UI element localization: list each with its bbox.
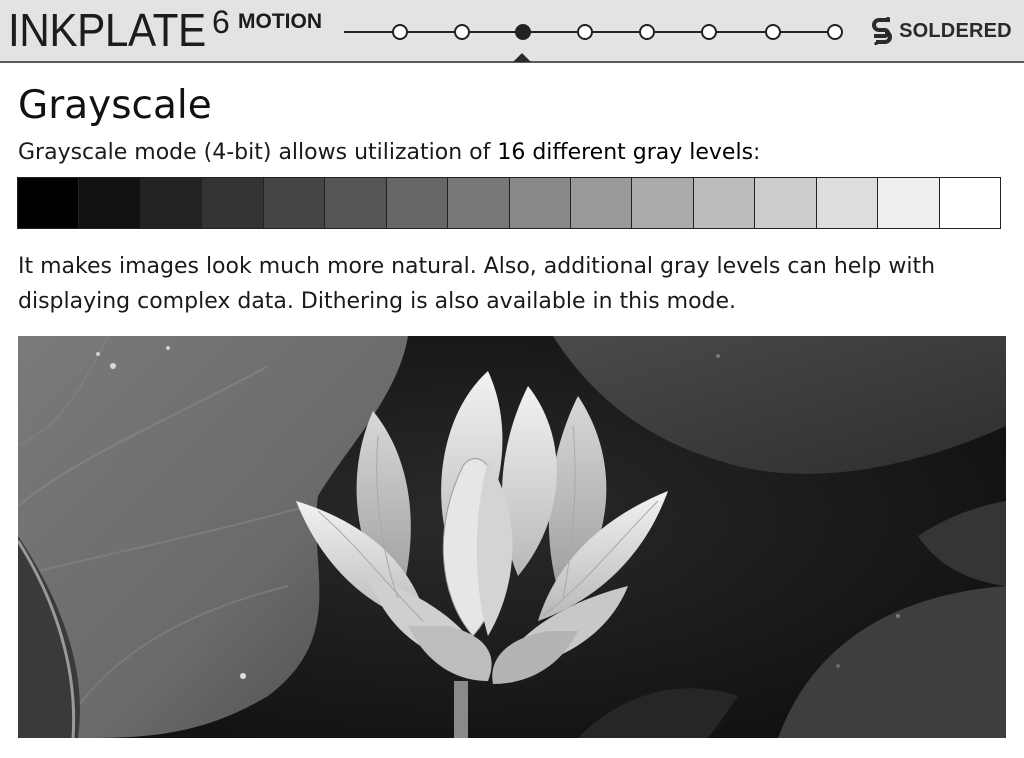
description-text: It makes images look much more natural. … bbox=[18, 249, 1013, 319]
gray-level-swatch-13 bbox=[755, 178, 817, 228]
gray-level-swatch-5 bbox=[263, 178, 326, 228]
lotus-photo bbox=[18, 336, 1006, 738]
step-8-dot[interactable] bbox=[827, 24, 843, 40]
logo-suffix-text: MOTION bbox=[238, 10, 322, 33]
logo-model-number: 6 bbox=[212, 4, 230, 40]
header-bar: INKPLATE 6 MOTION SOLDERED bbox=[0, 0, 1024, 63]
gray-level-swatch-16 bbox=[939, 178, 1000, 228]
gray-level-swatch-8 bbox=[448, 178, 510, 228]
inkplate-logo: INKPLATE 6 MOTION bbox=[8, 2, 322, 58]
gray-level-swatch-12 bbox=[693, 178, 756, 228]
gray-level-swatch-10 bbox=[570, 178, 633, 228]
brand-name: SOLDERED bbox=[899, 19, 1012, 42]
soldered-brand: SOLDERED bbox=[872, 17, 1012, 47]
page-title: Grayscale bbox=[18, 83, 212, 128]
step-6-dot[interactable] bbox=[701, 24, 717, 40]
soldered-logo-icon bbox=[872, 17, 892, 45]
intro-text-before: Grayscale mode (4-bit) allows utilizatio… bbox=[18, 140, 498, 165]
logo-main-text: INKPLATE bbox=[8, 4, 206, 56]
intro-text-highlight: 16 different gray levels bbox=[497, 140, 754, 165]
intro-text-after: : bbox=[753, 140, 761, 165]
description-line-2: displaying complex data. Dithering is al… bbox=[18, 289, 737, 314]
slide-stepper bbox=[344, 16, 844, 62]
gray-level-swatch-1 bbox=[18, 178, 80, 228]
gray-level-swatch-6 bbox=[325, 178, 387, 228]
gray-level-swatch-11 bbox=[632, 178, 694, 228]
step-2-dot[interactable] bbox=[454, 24, 470, 40]
gray-level-swatch-15 bbox=[878, 178, 940, 228]
gray-level-swatch-14 bbox=[816, 178, 879, 228]
gray-level-swatch-7 bbox=[386, 178, 449, 228]
step-3-dot-active[interactable] bbox=[515, 24, 531, 40]
description-line-1: It makes images look much more natural. … bbox=[18, 254, 936, 279]
step-1-dot[interactable] bbox=[392, 24, 408, 40]
step-5-dot[interactable] bbox=[639, 24, 655, 40]
gray-level-swatch-3 bbox=[140, 178, 203, 228]
intro-text: Grayscale mode (4-bit) allows utilizatio… bbox=[18, 138, 760, 168]
step-4-dot[interactable] bbox=[577, 24, 593, 40]
gray-level-swatch-2 bbox=[79, 178, 141, 228]
lotus-flower-image bbox=[18, 336, 1006, 738]
current-step-pointer-icon bbox=[513, 53, 531, 62]
gray-level-strip bbox=[17, 177, 1001, 229]
gray-level-swatch-9 bbox=[509, 178, 571, 228]
step-7-dot[interactable] bbox=[765, 24, 781, 40]
gray-level-swatch-4 bbox=[202, 178, 264, 228]
